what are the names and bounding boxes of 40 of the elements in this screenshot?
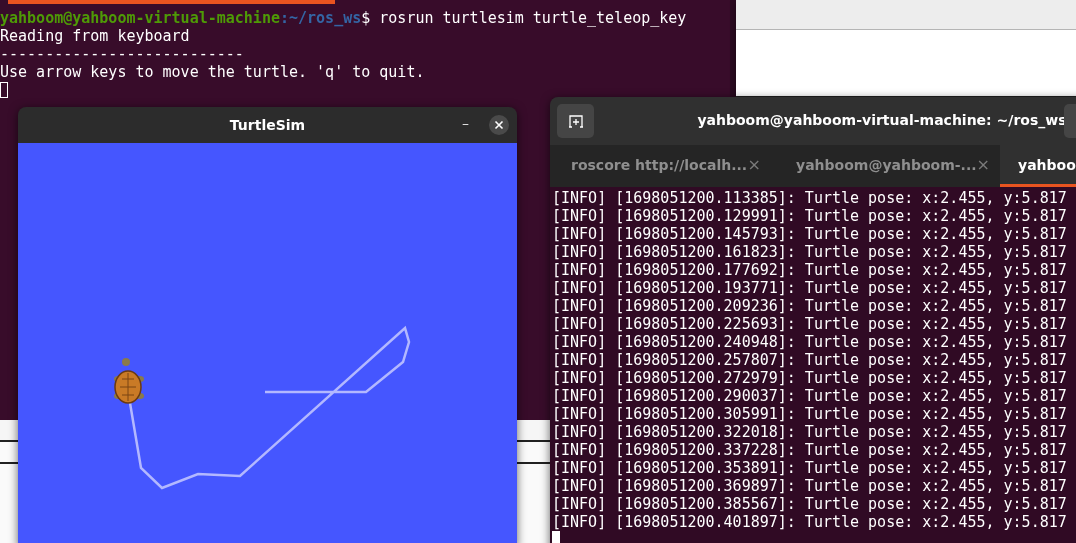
new-tab-icon xyxy=(567,113,584,129)
log-line: [INFO] [1698051200.290037]: Turtle pose: x:2.455, y:5.817 xyxy=(552,387,1067,405)
log-line: [INFO] [1698051200.385567]: Turtle pose: x:2.455, y:5.817 xyxy=(552,495,1067,513)
log-line: [INFO] [1698051200.322018]: Turtle pose: x:2.455, y:5.817 xyxy=(552,423,1067,441)
log-line: [INFO] [1698051200.145793]: Turtle pose: x:2.455, y:5.817 xyxy=(552,225,1067,243)
tab-close-button[interactable]: × xyxy=(976,155,990,174)
close-button[interactable] xyxy=(489,115,509,135)
log-line: [INFO] [1698051200.177692]: Turtle pose: x:2.455, y:5.817 xyxy=(552,261,1067,279)
log-line: [INFO] [1698051200.129991]: Turtle pose: x:2.455, y:5.817 xyxy=(552,207,1067,225)
terminal-tab[interactable]: yahboo xyxy=(1000,145,1076,187)
log-line: [INFO] [1698051200.161823]: Turtle pose: x:2.455, y:5.817 xyxy=(552,243,1067,261)
window-title: TurtleSim xyxy=(229,117,306,133)
log-line: [INFO] [1698051200.193771]: Turtle pose: x:2.455, y:5.817 xyxy=(552,279,1067,297)
log-line: [INFO] [1698051200.369897]: Turtle pose: x:2.455, y:5.817 xyxy=(552,477,1067,495)
text-cursor xyxy=(0,82,8,98)
terminal-output-line: Reading from keyboard xyxy=(0,27,190,45)
log-line: [INFO] [1698051200.257807]: Turtle pose: x:2.455, y:5.817 xyxy=(552,351,1067,369)
tab-label: yahboo xyxy=(1018,156,1076,173)
text-cursor xyxy=(552,531,560,543)
log-line: [INFO] [1698051200.401897]: Turtle pose: x:2.455, y:5.817 xyxy=(552,513,1067,531)
new-tab-button[interactable] xyxy=(557,104,594,138)
log-line: [INFO] [1698051200.305991]: Turtle pose: x:2.455, y:5.817 xyxy=(552,405,1067,423)
log-line: [INFO] [1698051200.272979]: Turtle pose: x:2.455, y:5.817 xyxy=(552,369,1067,387)
terminal-output-line: Use arrow keys to move the turtle. 'q' to quit. xyxy=(0,63,425,81)
terminal-tab[interactable]: yahboom@yahboom-...× xyxy=(775,145,1000,187)
terminal-output-line: --------------------------- xyxy=(0,45,244,63)
tab-close-button[interactable]: × xyxy=(747,155,761,174)
window-title: yahboom@yahboom-virtual-machine: ~/ros_ws xyxy=(696,112,1068,128)
tab-label: yahboom@yahboom-... xyxy=(796,156,977,173)
terminal-tab[interactable]: roscore http://localh...× xyxy=(550,145,775,187)
log-line: [INFO] [1698051200.209236]: Turtle pose: x:2.455, y:5.817 xyxy=(552,297,1067,315)
log-line: [INFO] [1698051200.240948]: Turtle pose: x:2.455, y:5.817 xyxy=(552,333,1067,351)
turtle-icon xyxy=(114,358,144,404)
tab-label: roscore http://localh... xyxy=(571,156,748,173)
log-line: [INFO] [1698051200.225693]: Turtle pose: x:2.455, y:5.817 xyxy=(552,315,1067,333)
command-line: yahboom@yahboom-virtual-machine:~/ros_ws$ rosrun turtlesim turtle_teleop_key xyxy=(0,9,687,27)
log-line: [INFO] [1698051200.113385]: Turtle pose: x:2.455, y:5.817 xyxy=(552,189,1067,207)
log-line: [INFO] [1698051200.353891]: Turtle pose: x:2.455, y:5.817 xyxy=(552,459,1067,477)
minimize-button[interactable]: – xyxy=(458,115,473,131)
log-line: [INFO] [1698051200.337228]: Turtle pose: x:2.455, y:5.817 xyxy=(552,441,1067,459)
